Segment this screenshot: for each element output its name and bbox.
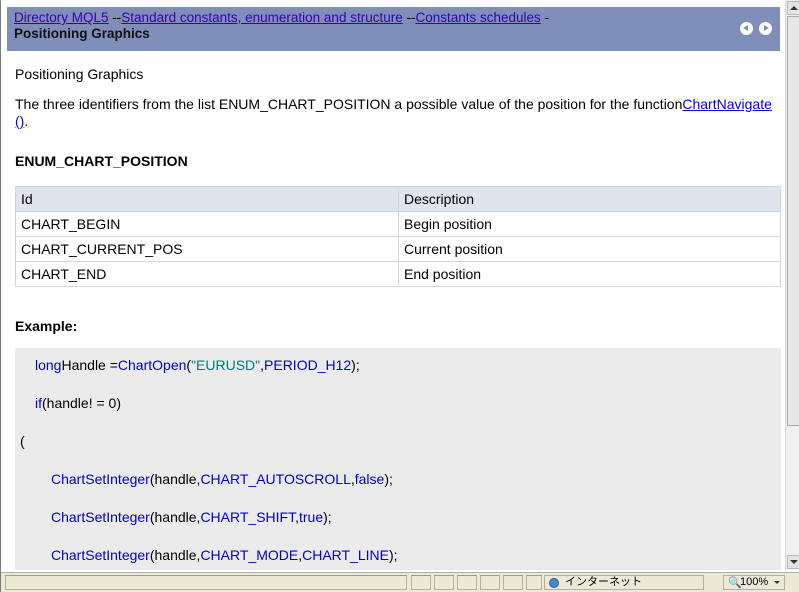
code-keyword: long — [35, 357, 62, 373]
page-title: Positioning Graphics — [14, 26, 150, 41]
code-function: ChartOpen — [117, 357, 187, 373]
code-text: ); — [384, 471, 393, 487]
globe-icon — [549, 578, 559, 588]
breadcrumb-standard-constants-link[interactable]: Standard constants, enumeration and stru… — [121, 10, 402, 25]
breadcrumb-directory-link[interactable]: Directory MQL5 — [14, 10, 109, 25]
breadcrumb-separator: - — [544, 10, 550, 25]
intro-text: The three identifiers from the list ENUM… — [15, 96, 683, 112]
breadcrumb: Directory MQL5 --Standard constants, enu… — [14, 10, 549, 42]
code-block: longHandle =ChartOpen("EURUSD",PERIOD_H1… — [15, 348, 781, 570]
example-heading: Example: — [15, 318, 78, 334]
code-line: longHandle =ChartOpen("EURUSD",PERIOD_H1… — [35, 357, 360, 373]
table-row: CHART_BEGIN Begin position — [15, 211, 781, 237]
zone-label: インターネット — [565, 576, 642, 588]
code-line: ( — [20, 433, 25, 449]
code-constant: CHART_SHIFT — [200, 509, 296, 525]
status-bar: インターネット 🔍 100% — [1, 572, 799, 592]
code-line: ChartSetInteger(handle,CHART_AUTOSCROLL,… — [51, 471, 393, 487]
code-constant: CHART_MODE — [200, 547, 299, 563]
chevron-down-icon[interactable] — [774, 581, 780, 584]
intro-paragraph: The three identifiers from the list ENUM… — [15, 96, 775, 130]
status-pane — [526, 575, 542, 590]
topic-title: Positioning Graphics — [15, 66, 144, 82]
code-line: ChartSetInteger(handle,CHART_SHIFT,true)… — [51, 509, 332, 525]
code-text: ); — [388, 547, 398, 563]
code-text: (handle, — [149, 509, 201, 525]
cell-id: CHART_END — [15, 261, 399, 287]
intro-end: . — [24, 113, 29, 129]
code-keyword: false — [354, 471, 385, 487]
next-circle-icon[interactable] — [759, 22, 772, 35]
code-text: (handle, — [149, 547, 201, 563]
table-row: CHART_END End position — [15, 261, 781, 287]
vertical-scrollbar[interactable] — [785, 0, 799, 570]
code-function: ChartSetInteger — [51, 471, 150, 487]
enum-heading: ENUM_CHART_POSITION — [15, 153, 188, 169]
code-line: if(handle! = 0) — [35, 395, 121, 411]
scroll-thumb[interactable] — [787, 16, 799, 426]
status-pane-main — [5, 575, 407, 590]
status-pane — [457, 575, 477, 590]
prev-circle-icon[interactable] — [740, 22, 753, 35]
topic-header: Directory MQL5 --Standard constants, enu… — [7, 7, 780, 51]
code-constant: CHART_AUTOSCROLL — [200, 471, 351, 487]
zoom-control[interactable]: 🔍 100% — [723, 575, 785, 590]
code-text: ); — [351, 357, 360, 373]
scroll-up-icon[interactable] — [787, 1, 799, 15]
cell-id: CHART_CURRENT_POS — [15, 236, 399, 262]
cell-description: Begin position — [398, 211, 781, 237]
scroll-down-icon[interactable] — [787, 555, 799, 569]
status-pane — [503, 575, 523, 590]
code-text: (handle, — [149, 471, 201, 487]
cell-description: End position — [398, 261, 781, 287]
status-pane — [480, 575, 500, 590]
code-function: ChartSetInteger — [51, 547, 150, 563]
code-constant: CHART_LINE — [302, 547, 389, 563]
topic-navigation — [740, 22, 772, 35]
code-string: "EURUSD" — [191, 357, 261, 373]
table-row: CHART_CURRENT_POS Current position — [15, 236, 781, 262]
code-text: (handle! = 0) — [42, 395, 121, 411]
code-line: ChartSetInteger(handle,CHART_MODE,CHART_… — [51, 547, 398, 563]
breadcrumb-constants-schedules-link[interactable]: Constants schedules — [415, 10, 540, 25]
code-function: ChartSetInteger — [51, 509, 150, 525]
code-text: ); — [323, 509, 332, 525]
security-zone: インターネット — [544, 575, 704, 590]
cell-description: Current position — [398, 236, 781, 262]
status-pane — [411, 575, 431, 590]
column-header-id: Id — [15, 186, 399, 212]
zoom-level: 100% — [740, 576, 769, 588]
column-header-description: Description — [398, 186, 781, 212]
code-text: ( — [20, 433, 25, 449]
code-keyword: true — [298, 509, 324, 525]
code-constant: PERIOD_H12 — [264, 357, 352, 373]
cell-id: CHART_BEGIN — [15, 211, 399, 237]
code-keyword: if — [35, 395, 42, 411]
table-header-row: Id Description — [15, 186, 781, 212]
browser-window: Directory MQL5 --Standard constants, enu… — [0, 0, 799, 592]
code-text: Handle = — [61, 357, 118, 373]
status-pane — [434, 575, 454, 590]
enum-table: Id Description CHART_BEGIN Begin positio… — [15, 186, 781, 287]
breadcrumb-separator: -- — [112, 10, 122, 25]
